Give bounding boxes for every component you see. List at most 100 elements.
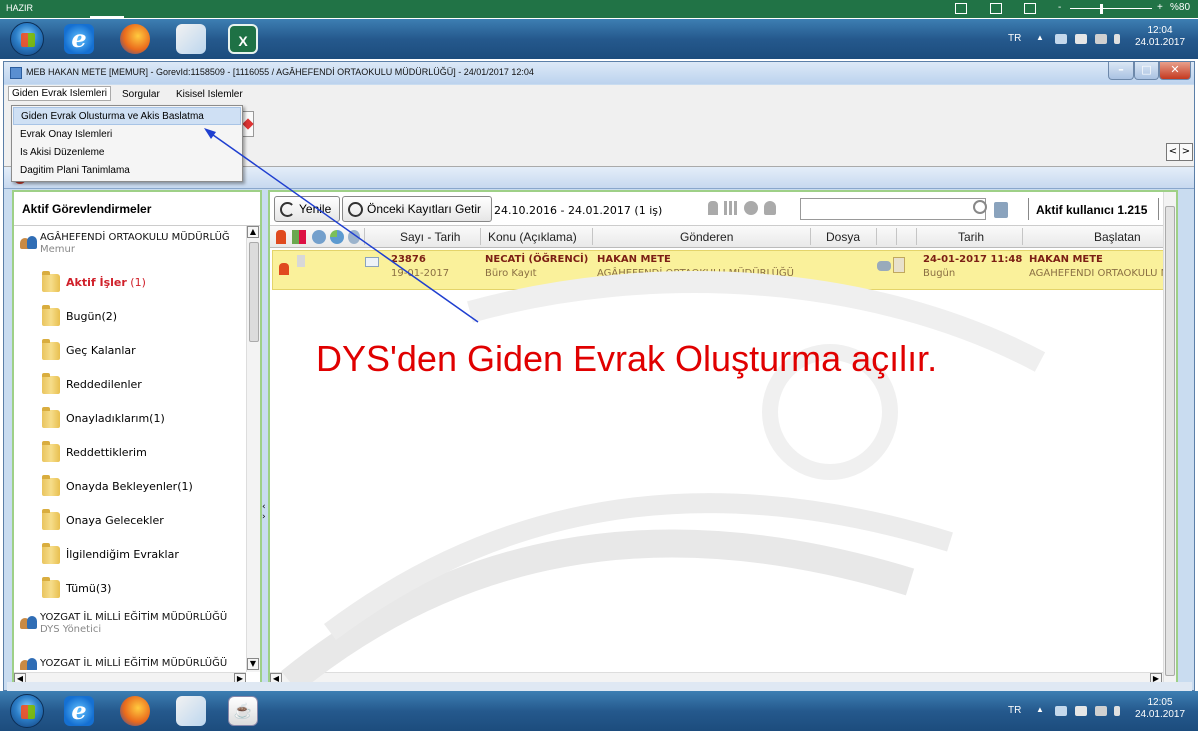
unit-item-yozgat-1[interactable]: YOZGAT İL MİLLİ EĞİTİM MÜDÜRLÜĞÜ DYS Yön… <box>18 612 248 642</box>
close-button[interactable]: ✕ <box>1159 62 1191 80</box>
app-icon[interactable] <box>10 67 22 79</box>
language-indicator[interactable]: TR <box>1008 705 1021 716</box>
col-file[interactable]: Dosya <box>826 230 860 244</box>
firefox-icon[interactable] <box>120 696 150 726</box>
left-panel-vertical-scrollbar[interactable]: ▲ ▼ <box>246 226 260 672</box>
folder-reddettiklerim[interactable]: Reddettiklerim <box>42 441 252 466</box>
column-separator[interactable] <box>1022 228 1023 245</box>
java-app-icon[interactable]: ☕ <box>228 696 258 726</box>
maximize-button[interactable]: □ <box>1134 62 1159 80</box>
column-separator[interactable] <box>876 228 877 245</box>
tray-expand-caret[interactable]: ▲ <box>1036 33 1044 42</box>
search-input[interactable] <box>800 198 986 220</box>
folder-aktif-isler[interactable]: Aktif İşler (1) <box>42 271 252 296</box>
start-button[interactable] <box>10 22 44 56</box>
column-separator[interactable] <box>480 228 481 245</box>
window-titlebar[interactable]: MEB HAKAN METE [MEMUR] - GorevId:1158509… <box>4 62 1194 84</box>
paint-icon[interactable] <box>176 696 206 726</box>
folder-onaya-gelecekler[interactable]: Onaya Gelecekler <box>42 509 252 534</box>
ribbon-filter-icon[interactable] <box>708 201 718 215</box>
zoom-level[interactable]: %80 <box>1170 2 1190 13</box>
previous-records-button[interactable]: Önceki Kayıtları Getir <box>342 196 492 222</box>
power-icon[interactable] <box>1095 706 1107 716</box>
internet-explorer-icon[interactable]: e <box>64 696 94 726</box>
folder-icon <box>42 339 60 360</box>
menu-item-evrak-onay-islemleri[interactable]: Evrak Onay Islemleri <box>13 126 241 144</box>
folder-gec-kalanlar[interactable]: Geç Kalanlar <box>42 339 252 364</box>
menu-kisisel-islemler[interactable]: Kisisel Islemler <box>176 89 243 100</box>
column-separator[interactable] <box>592 228 593 245</box>
active-users-count: Aktif kullanıcı 1.215 <box>1036 203 1148 217</box>
col-subject[interactable]: Konu (Açıklama) <box>488 230 577 244</box>
menu-sorgular[interactable]: Sorgular <box>122 89 160 100</box>
refresh-button[interactable]: Yenile <box>274 196 340 222</box>
unit-name: YOZGAT İL MİLLİ EĞİTİM MÜDÜRLÜĞÜ <box>40 658 228 669</box>
folder-icon <box>42 271 60 292</box>
giden-evrak-dropdown-menu: Giden Evrak Olusturma ve Akis Baslatma E… <box>11 105 243 182</box>
col-info-icon[interactable] <box>348 230 360 244</box>
col-ribbon-icon[interactable] <box>276 230 286 244</box>
col-clock-icon[interactable] <box>312 230 326 244</box>
list-vertical-scrollbar[interactable] <box>1163 192 1176 684</box>
language-indicator[interactable]: TR <box>1008 33 1021 44</box>
column-separator[interactable] <box>810 228 811 245</box>
tray-expand-caret[interactable]: ▲ <box>1036 705 1044 714</box>
column-separator[interactable] <box>364 228 365 245</box>
action-center-icon[interactable] <box>1075 34 1087 44</box>
volume-icon[interactable] <box>1114 34 1120 44</box>
user-filter-icon[interactable] <box>764 201 776 215</box>
menu-item-giden-evrak-olusturma[interactable]: Giden Evrak Olusturma ve Akis Baslatma <box>13 107 241 125</box>
folder-ilgilendigim-evraklar[interactable]: İlgilendiğim Evraklar <box>42 543 252 568</box>
annotation-text: DYS'den Giden Evrak Oluşturma açılır. <box>316 338 938 379</box>
normal-view-icon[interactable] <box>955 3 967 14</box>
toolbar-scroll-right-button[interactable]: > <box>1179 143 1193 161</box>
folder-tumu[interactable]: Tümü(3) <box>42 577 252 602</box>
network-icon[interactable] <box>1055 706 1067 716</box>
taskbar-clock[interactable]: 12:05 24.01.2017 <box>1130 697 1190 721</box>
clock-filter-icon[interactable] <box>744 201 758 215</box>
col-sender[interactable]: Gönderen <box>680 230 733 244</box>
start-button[interactable] <box>10 694 44 728</box>
list-scroll-thumb[interactable] <box>1165 206 1175 676</box>
minimize-button[interactable]: – <box>1108 62 1134 80</box>
folder-onayda-bekleyenler[interactable]: Onayda Bekleyenler(1) <box>42 475 252 500</box>
left-panel-scroll-thumb[interactable] <box>249 242 259 342</box>
scroll-up-icon[interactable]: ▲ <box>247 226 259 238</box>
unit-item-aga-hefendi[interactable]: AGÂHEFENDİ ORTAOKULU MÜDÜRLÜĞ Memur <box>18 232 248 262</box>
zoom-in-button[interactable]: + <box>1157 2 1163 13</box>
menu-giden-evrak-islemleri[interactable]: Giden Evrak Islemleri <box>8 86 112 101</box>
paint-icon[interactable] <box>176 24 206 54</box>
page-layout-view-icon[interactable] <box>990 3 1002 14</box>
save-icon[interactable] <box>994 202 1008 218</box>
menu-item-is-akisi-duzenleme[interactable]: Is Akisi Düzenleme <box>13 144 241 162</box>
col-number-date[interactable]: Sayı - Tarih <box>400 230 460 244</box>
firefox-icon[interactable] <box>120 24 150 54</box>
grid-filter-icon[interactable] <box>724 201 738 215</box>
column-separator[interactable] <box>896 228 897 245</box>
power-icon[interactable] <box>1095 34 1107 44</box>
column-separator[interactable] <box>916 228 917 245</box>
internet-explorer-icon[interactable]: e <box>64 24 94 54</box>
col-pie-icon[interactable] <box>330 230 344 244</box>
page-break-view-icon[interactable] <box>1024 3 1036 14</box>
zoom-slider-track[interactable] <box>1070 8 1152 9</box>
network-icon[interactable] <box>1055 34 1067 44</box>
folder-label: Onayda Bekleyenler(1) <box>66 480 193 493</box>
zoom-slider-thumb[interactable] <box>1100 4 1103 14</box>
excel-icon[interactable]: X <box>228 24 258 54</box>
zoom-out-button[interactable]: - <box>1058 2 1061 13</box>
volume-icon[interactable] <box>1114 706 1120 716</box>
folder-bugun[interactable]: Bugün(2) <box>42 305 252 330</box>
search-icon[interactable] <box>973 200 987 214</box>
unit-item-yozgat-2[interactable]: YOZGAT İL MİLLİ EĞİTİM MÜDÜRLÜĞÜ <box>18 652 248 670</box>
toolbar-scroll-left-button[interactable]: < <box>1166 143 1180 161</box>
folder-onayladiklarim[interactable]: Onayladıklarım(1) <box>42 407 252 432</box>
menu-item-dagitim-plani-tanimlama[interactable]: Dagitim Plani Tanimlama <box>13 162 241 180</box>
col-starter[interactable]: Başlatan <box>1094 230 1141 244</box>
scroll-down-icon[interactable]: ▼ <box>247 658 259 670</box>
col-grid-icon[interactable] <box>292 230 306 244</box>
taskbar-clock[interactable]: 12:04 24.01.2017 <box>1130 25 1190 49</box>
action-center-icon[interactable] <box>1075 706 1087 716</box>
folder-reddedilenler[interactable]: Reddedilenler <box>42 373 252 398</box>
col-date[interactable]: Tarih <box>958 230 984 244</box>
